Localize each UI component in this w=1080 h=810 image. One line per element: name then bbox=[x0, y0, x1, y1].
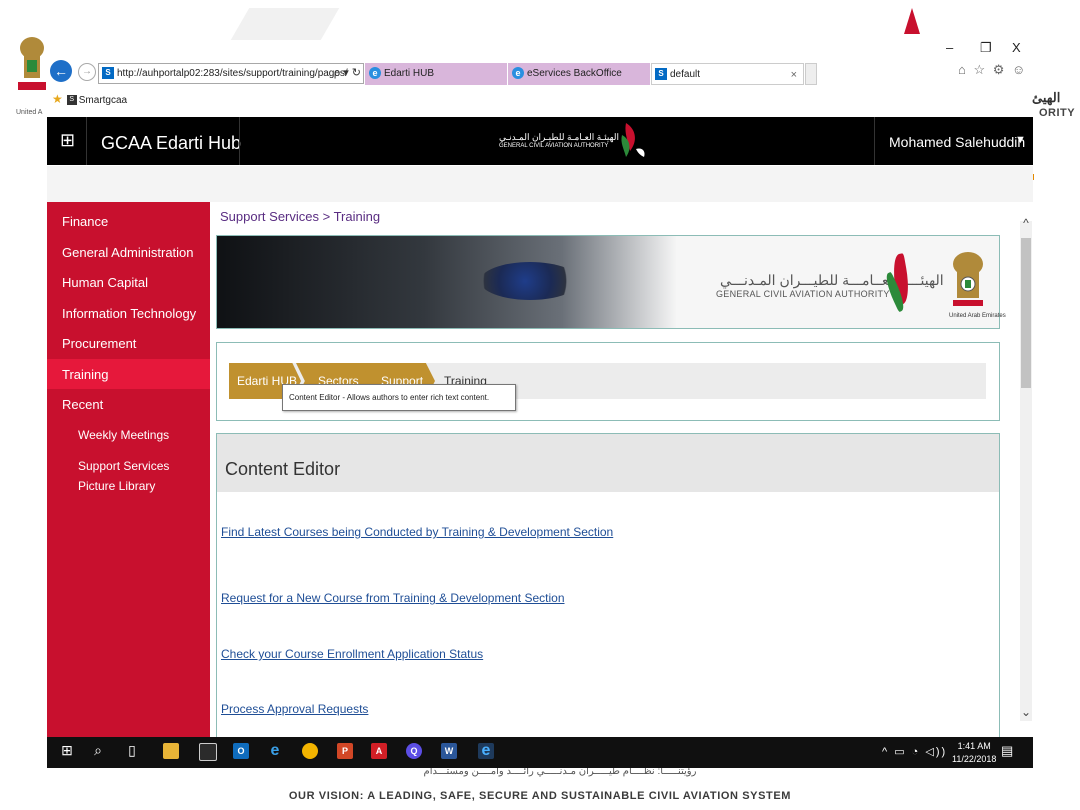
page-breadcrumb[interactable]: Support Services > Training bbox=[220, 209, 380, 224]
nav-item-general-administration[interactable]: General Administration bbox=[62, 245, 194, 260]
sharepoint-icon: S bbox=[655, 68, 667, 81]
scrollbar-thumb[interactable] bbox=[1021, 238, 1031, 388]
link-latest-courses[interactable]: Find Latest Courses being Conducted by T… bbox=[221, 525, 613, 539]
banner-english-title: GENERAL CIVIL AVIATION AUTHORITY bbox=[716, 289, 890, 299]
forward-arrow-icon: → bbox=[82, 66, 92, 77]
browser-tab-default[interactable]: Sdefault × bbox=[651, 63, 804, 85]
nav-subitem-weekly-meetings[interactable]: Weekly Meetings bbox=[78, 425, 203, 445]
banner-arabic-title: الهيئـــة العــامـــة للطيـــران المـدنـ… bbox=[720, 272, 944, 288]
address-bar[interactable]: Shttp://auhportalp02:283/sites/support/t… bbox=[98, 63, 364, 84]
new-tab-button[interactable] bbox=[805, 63, 817, 85]
acrobat-icon[interactable]: A bbox=[371, 743, 387, 759]
suite-divider bbox=[874, 117, 875, 165]
browser-tab-eservices[interactable]: e eServices BackOffice bbox=[508, 63, 650, 85]
word-icon[interactable]: W bbox=[441, 743, 457, 759]
uae-emblem-icon bbox=[953, 252, 983, 306]
file-explorer-icon[interactable] bbox=[163, 743, 179, 759]
outlook-icon[interactable]: O bbox=[233, 743, 249, 759]
link-request-course[interactable]: Request for a New Course from Training &… bbox=[221, 591, 565, 605]
background-swoosh bbox=[230, 8, 340, 40]
background-logo-mark bbox=[904, 8, 920, 34]
sharepoint-icon: S bbox=[102, 67, 114, 80]
powerpoint-icon[interactable]: P bbox=[337, 743, 353, 759]
browser-tool-icons[interactable]: ⌂ ☆ ⚙ ☺ bbox=[958, 62, 1027, 78]
edge-icon[interactable]: e bbox=[267, 743, 283, 759]
scroll-up-icon[interactable]: ^ bbox=[1020, 216, 1032, 230]
nav-item-finance[interactable]: Finance bbox=[62, 214, 108, 229]
app-launcher-icon[interactable]: ⊞ bbox=[60, 130, 75, 151]
notification-icon[interactable]: ▤ bbox=[1001, 743, 1013, 759]
suite-logo-english: GENERAL CIVIL AVIATION AUTHORITY bbox=[499, 143, 609, 149]
background-emblem-caption: United A bbox=[16, 109, 43, 116]
suite-divider bbox=[86, 117, 87, 165]
background-authority-fragment: ORITY bbox=[1039, 107, 1076, 119]
favorite-smartgcaa[interactable]: Smartgcaa bbox=[79, 95, 127, 106]
tab-label: default bbox=[670, 69, 701, 80]
ribbon-strip bbox=[47, 166, 1033, 202]
nav-item-human-capital[interactable]: Human Capital bbox=[62, 275, 148, 290]
link-enrollment-status[interactable]: Check your Course Enrollment Application… bbox=[221, 647, 483, 661]
ie-icon: e bbox=[512, 67, 524, 80]
suite-divider bbox=[239, 117, 240, 165]
uae-emblem-icon bbox=[18, 37, 46, 90]
background-arabic-fragment: الهيئ bbox=[1032, 90, 1061, 105]
store-icon[interactable] bbox=[199, 743, 217, 761]
back-arrow-icon: ← bbox=[54, 63, 68, 79]
chrome-icon[interactable] bbox=[302, 743, 318, 759]
webpart-tooltip: Content Editor - Allows authors to enter… bbox=[282, 384, 516, 411]
site-title[interactable]: GCAA Edarti Hub bbox=[101, 133, 241, 154]
system-tray-icons[interactable]: ^ ▭ ◔ ◁)) bbox=[882, 745, 947, 758]
gcaa-logo-icon bbox=[621, 123, 645, 157]
favorites-star-icon[interactable]: ★ bbox=[52, 92, 63, 106]
browser-tab-edarti-hub[interactable]: e Edarti HUB bbox=[365, 63, 507, 85]
clock-date: 11/22/2018 bbox=[952, 754, 997, 764]
app-icon[interactable]: Q bbox=[406, 743, 422, 759]
forward-button[interactable]: → bbox=[78, 63, 96, 81]
restore-button[interactable]: ❐ bbox=[980, 40, 992, 56]
banner-aircraft-photo bbox=[217, 236, 677, 328]
banner-emblem-caption: United Arab Emirates bbox=[949, 313, 1006, 319]
address-url: http://auhportalp02:283/sites/support/tr… bbox=[117, 68, 348, 79]
background-vision-text: OUR VISION: A LEADING, SAFE, SECURE AND … bbox=[288, 790, 792, 802]
close-tab-icon[interactable]: × bbox=[791, 64, 797, 84]
content-editor-title: Content Editor bbox=[225, 459, 341, 479]
bookmark-icon: S bbox=[66, 95, 77, 106]
close-button[interactable]: X bbox=[1012, 40, 1021, 55]
minimize-button[interactable]: – bbox=[946, 40, 953, 55]
user-name[interactable]: Mohamed Salehuddin bbox=[889, 134, 1025, 150]
nav-item-procurement[interactable]: Procurement bbox=[62, 336, 136, 351]
task-view-icon[interactable]: ▯ bbox=[122, 742, 142, 759]
tab-label: eServices BackOffice bbox=[527, 68, 622, 79]
tab-label: Edarti HUB bbox=[384, 68, 435, 79]
nav-subitem-picture-library[interactable]: Support Services Picture Library bbox=[78, 456, 203, 496]
clock-time: 1:41 AM bbox=[957, 741, 991, 751]
internet-explorer-icon[interactable]: e bbox=[478, 743, 494, 759]
jet-engine-graphic bbox=[480, 262, 580, 300]
address-tools[interactable]: ρ ▾ ↻ bbox=[334, 64, 361, 83]
search-icon[interactable]: ⌕ bbox=[88, 742, 108, 759]
back-button[interactable]: ← bbox=[50, 60, 72, 82]
nav-item-training[interactable]: Training bbox=[62, 367, 108, 382]
start-windows-icon[interactable]: ⊞ bbox=[57, 742, 77, 759]
user-menu-caret-icon[interactable]: ▼ bbox=[1015, 134, 1026, 146]
suite-logo-arabic: الهيئـة العـامـة للطيـران المـدنـي bbox=[499, 132, 620, 142]
favorites-bar: ★ S Smartgcaa bbox=[52, 92, 127, 106]
link-approval-requests[interactable]: Process Approval Requests bbox=[221, 702, 368, 716]
nav-item-information-technology[interactable]: Information Technology bbox=[62, 306, 196, 321]
nav-item-recent: Recent bbox=[62, 397, 104, 412]
ie-icon: e bbox=[369, 67, 381, 80]
scroll-down-icon[interactable]: ⌄ bbox=[1020, 705, 1032, 719]
clock[interactable]: 1:41 AM 11/22/2018 bbox=[952, 740, 996, 766]
